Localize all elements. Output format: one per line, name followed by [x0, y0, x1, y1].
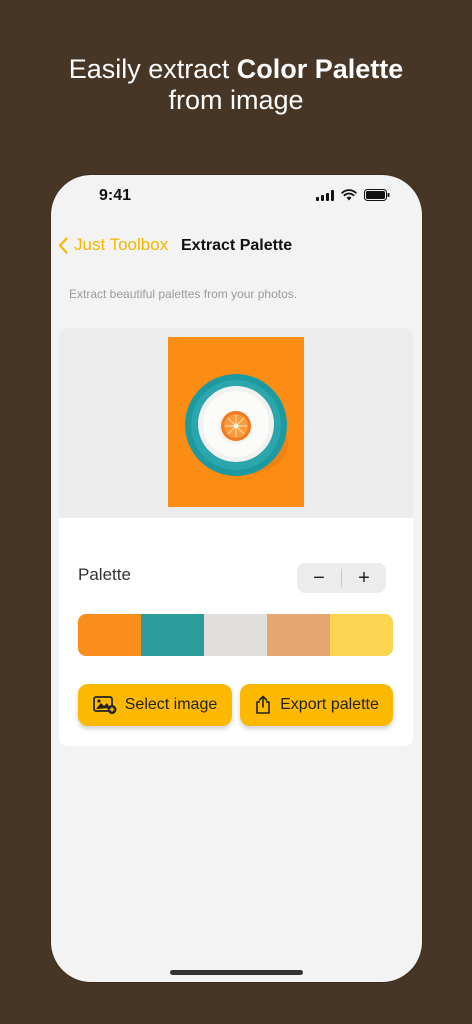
palette-card: Palette − + Select image Export palette	[59, 328, 413, 746]
status-icons	[316, 189, 390, 201]
cellular-signal-icon	[316, 189, 334, 201]
battery-icon	[364, 189, 390, 201]
headline-bold: Color Palette	[236, 54, 404, 84]
page-title: Extract Palette	[181, 237, 293, 254]
selected-photo	[168, 337, 304, 507]
swatch-3[interactable]	[204, 614, 267, 656]
headline-prefix: Easily extract	[68, 54, 237, 84]
select-image-label: Select image	[124, 696, 218, 713]
image-preview-area	[59, 328, 413, 518]
increase-button[interactable]: +	[342, 563, 386, 593]
swatch-4[interactable]	[267, 614, 330, 656]
image-add-icon	[92, 696, 117, 714]
palette-label: Palette	[78, 565, 131, 584]
back-button[interactable]: Just Toolbox	[58, 235, 168, 255]
home-indicator	[170, 970, 303, 975]
back-label: Just Toolbox	[74, 235, 169, 254]
status-time: 9:41	[99, 187, 132, 204]
palette-count-stepper: − +	[297, 563, 386, 593]
headline: Easily extract Color Palette from image	[0, 54, 472, 116]
headline-line-2: from image	[168, 85, 304, 115]
wifi-icon	[341, 189, 357, 201]
decrease-button[interactable]: −	[297, 563, 341, 593]
page-subtitle: Extract beautiful palettes from your pho…	[69, 287, 298, 301]
swatch-1[interactable]	[78, 614, 141, 656]
export-palette-button[interactable]: Export palette	[240, 684, 393, 726]
phone-frame: 9:41 Just Toolbox Extract Palette Extrac…	[51, 175, 422, 982]
select-image-button[interactable]: Select image	[78, 684, 232, 726]
chevron-left-icon	[58, 236, 68, 254]
export-palette-label: Export palette	[280, 696, 379, 713]
swatch-5[interactable]	[330, 614, 393, 656]
swatch-2[interactable]	[141, 614, 204, 656]
headline-line-1: Easily extract Color Palette	[0, 54, 472, 85]
navigation-bar: Just Toolbox Extract Palette	[51, 233, 422, 263]
share-icon	[256, 695, 270, 714]
palette-swatches	[78, 614, 393, 656]
